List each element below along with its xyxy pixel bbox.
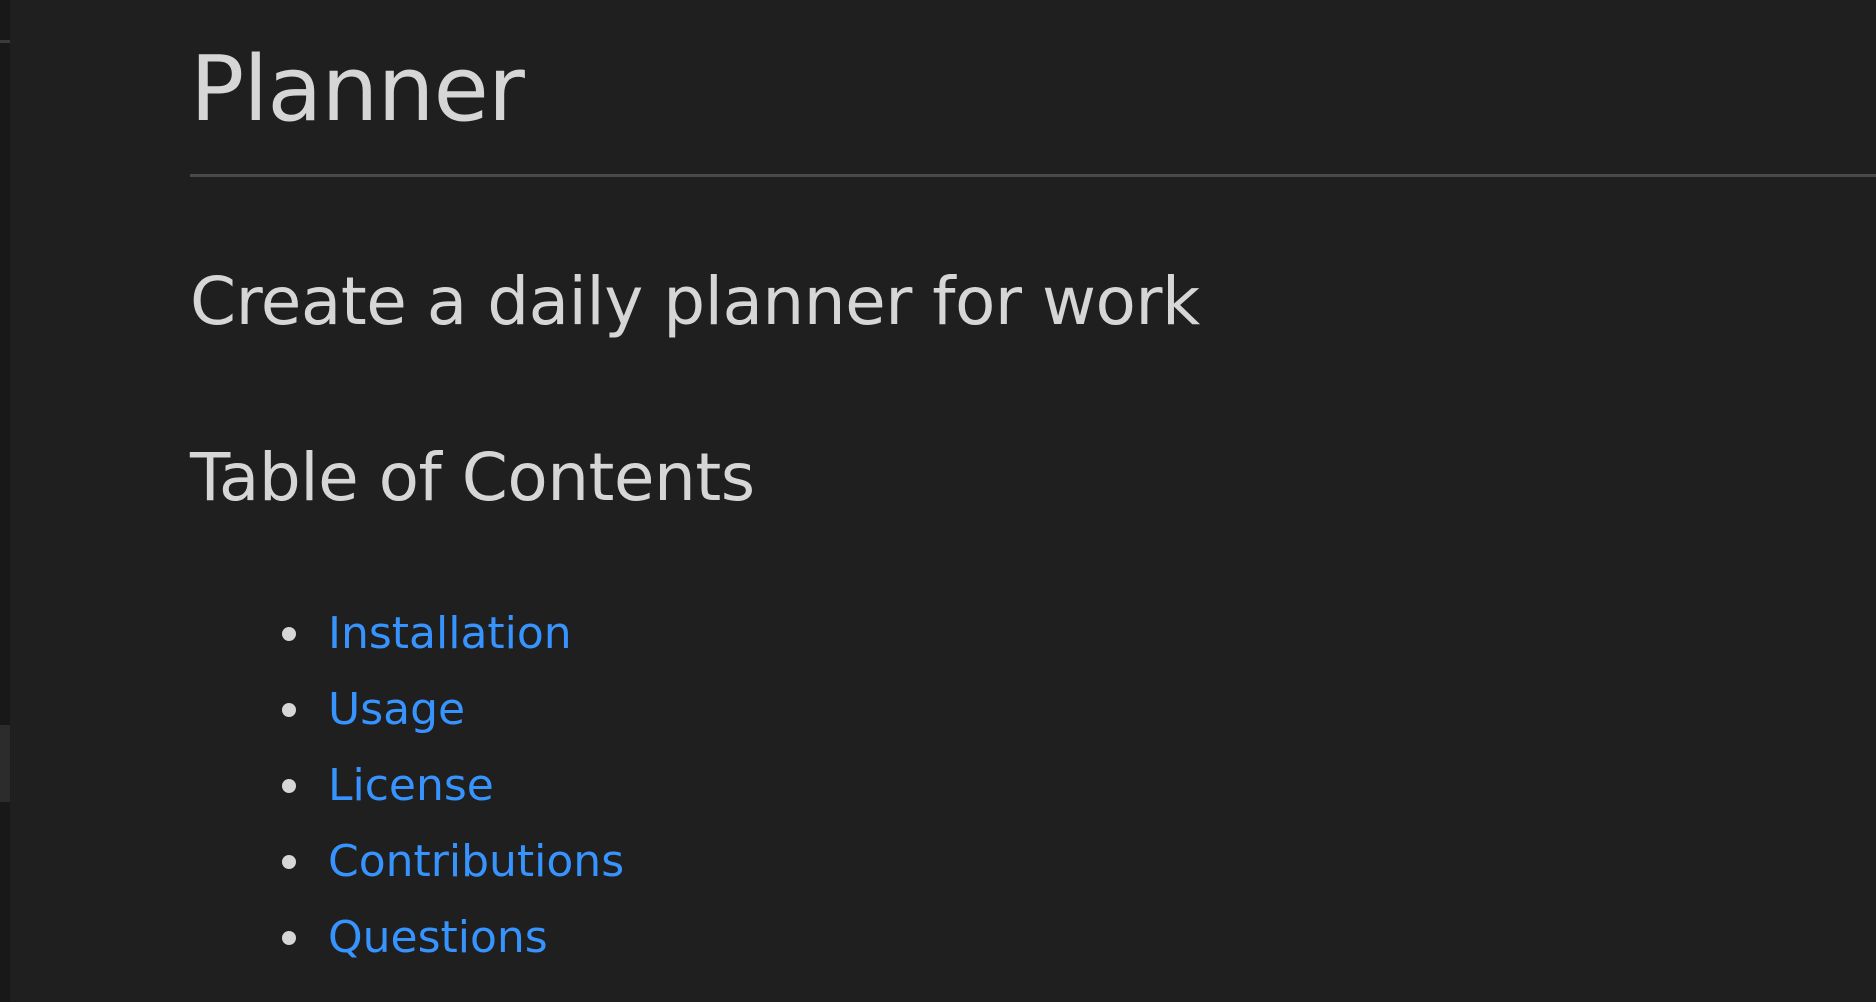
editor-left-gutter [0,0,10,1002]
bullet-icon [282,627,296,641]
toc-item-installation: Installation [190,596,624,672]
toc-link-installation[interactable]: Installation [328,608,572,659]
toc-link-license[interactable]: License [328,760,494,811]
toc-link-questions[interactable]: Questions [328,912,548,963]
bullet-icon [282,779,296,793]
title-divider [190,174,1876,177]
toc-heading: Table of Contents [190,439,755,516]
toc-item-usage: Usage [190,672,624,748]
toc-list: Installation Usage License Contributions… [190,596,624,976]
gutter-marker [0,40,10,43]
toc-item-questions: Questions [190,900,624,976]
toc-item-contributions: Contributions [190,824,624,900]
project-description: Create a daily planner for work [190,263,1200,340]
bullet-icon [282,855,296,869]
toc-link-contributions[interactable]: Contributions [328,836,624,887]
page-title: Planner [190,37,525,142]
markdown-preview: Planner Create a daily planner for work … [190,0,1876,1002]
bullet-icon [282,931,296,945]
toc-item-license: License [190,748,624,824]
bullet-icon [282,703,296,717]
toc-link-usage[interactable]: Usage [328,684,465,735]
gutter-scroll-indicator[interactable] [0,725,10,802]
